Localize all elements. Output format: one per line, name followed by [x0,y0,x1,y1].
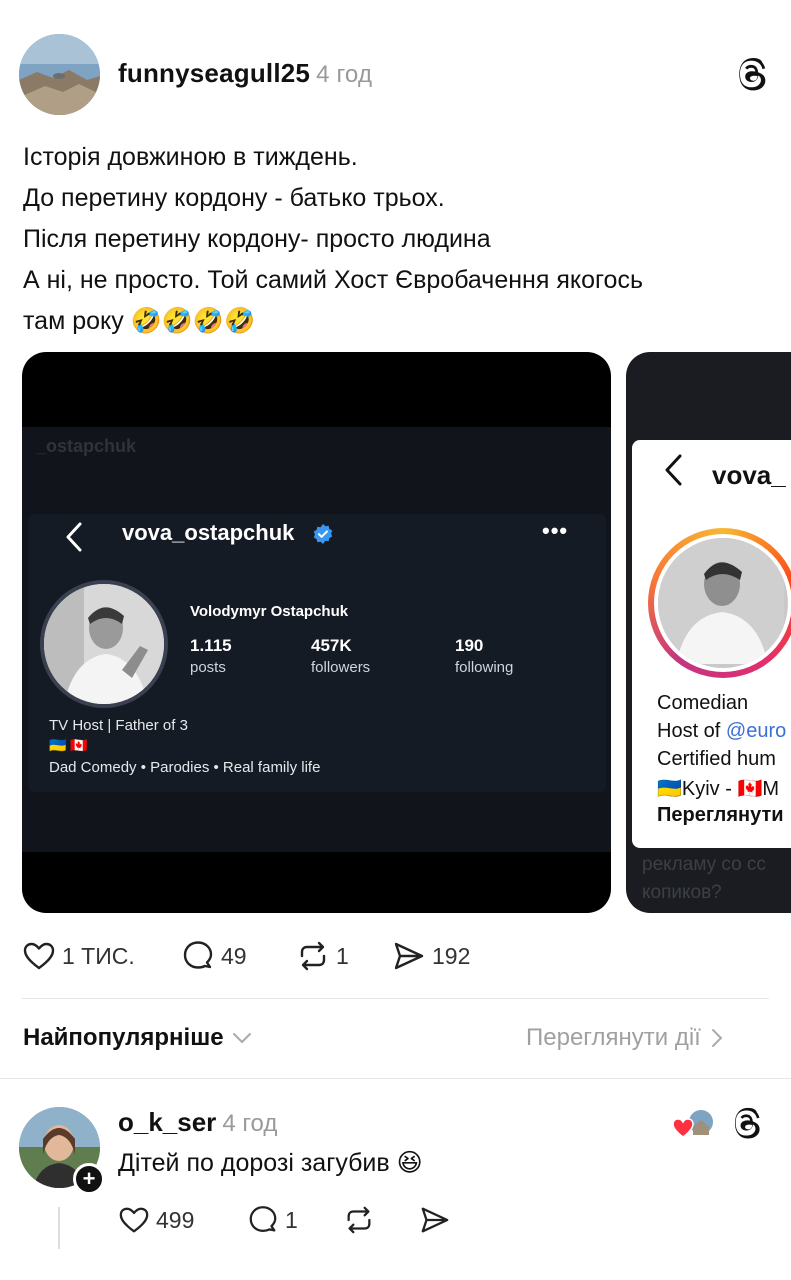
view-activity-label: Переглянути дії [526,1024,701,1051]
comment-reply-button[interactable]: 1 [247,1203,298,1237]
posts-label: posts [190,659,226,676]
post-timestamp: 4 год [316,61,373,88]
heart-icon [119,1207,149,1233]
comment-like-count: 499 [156,1206,195,1233]
bio-line: Certified hum [657,748,776,770]
threads-logo-icon[interactable] [730,1106,764,1140]
repost-icon [300,941,326,971]
comment-bubble-icon [183,941,213,969]
screenshot-ghost-text: копиков? [642,882,722,903]
comment-like-button[interactable]: 499 [118,1203,194,1237]
post-text-line: Історія довжиною в тиждень. [23,143,358,171]
username-text[interactable]: o_k_ser [118,1107,216,1137]
screenshot-ghost-text: рекламу со сс [642,854,766,875]
sort-dropdown[interactable]: Найпопулярніше [23,1024,252,1052]
profile-name: Volodymyr Ostapchuk [190,603,349,620]
story-ring [648,528,791,678]
followers-count: 457K [311,636,352,655]
comment-button[interactable]: 49 [181,938,247,974]
heart-icon [23,942,55,970]
post-text-line: там року 🤣🤣🤣🤣 [23,307,256,335]
bio-line: 🇺🇦Kyiv - 🇨🇦M [657,778,780,800]
like-button[interactable]: 1 тис. [22,938,135,974]
comment-share-button[interactable] [419,1203,451,1237]
post-text-line: Після перетину кордону- просто людина [23,225,491,253]
media-card-2[interactable]: vova_ Comedian Host of @euro Certified h… [626,352,791,913]
post-text-line: До перетину кордону - батько трьох. [23,184,445,212]
following-label: following [455,659,514,676]
username-text[interactable]: funnyseagull25 [118,58,310,88]
screenshot-ghost-handle: _ostapchuk [36,436,137,456]
follow-plus-button[interactable]: + [73,1163,105,1195]
bio-line: TV Host | Father of 3 [49,717,188,734]
followers-label: followers [311,659,371,676]
view-more-link: Переглянути [657,804,784,826]
post-author-avatar[interactable] [19,34,100,115]
view-activity-link[interactable]: Переглянути дії [526,1024,723,1052]
profile-handle: vova_ [712,460,786,490]
send-icon [421,1207,449,1233]
send-icon [394,942,424,970]
following-count: 190 [455,636,484,655]
comment-bubble-icon [249,1206,277,1232]
share-button[interactable]: 192 [392,938,470,974]
comment-timestamp: 4 год [222,1110,278,1137]
chevron-right-icon [711,1029,723,1047]
like-count: 1 тис. [62,942,135,969]
verified-badge-icon [313,524,333,544]
sort-label: Найпопулярніше [23,1024,224,1051]
threads-logo-icon[interactable] [734,56,770,92]
comment-reply-count: 1 [285,1206,298,1233]
share-count: 192 [432,942,471,969]
repost-button[interactable]: 1 [296,938,349,974]
post-text-line: А ні, не просто. Той самий Хост Євробаче… [23,266,643,294]
back-arrow-icon [663,452,685,497]
repost-count: 1 [336,942,349,969]
bio-flags: 🇺🇦 🇨🇦 [49,737,88,753]
comment-text: Дітей по дорозі загубив 😆 [118,1149,423,1177]
comment-repost-button[interactable] [343,1203,375,1237]
post-body: Історія довжиною в тиждень. До перетину … [23,137,763,342]
posts-count: 1.115 [190,636,232,655]
divider [22,998,769,999]
profile-handle: vova_ostapchuk [122,520,295,545]
bio-line: Comedian [657,692,749,714]
chevron-down-icon [232,1033,251,1044]
back-arrow-icon [64,520,84,562]
divider [0,1078,791,1079]
liked-by-author-icon [673,1108,715,1138]
more-options-icon: ••• [542,518,569,543]
repost-icon [347,1206,371,1234]
bio-line: Dad Comedy • Parodies • Real family life [49,759,321,776]
profile-photo [658,538,788,668]
bio-line: Host of @euro [657,720,787,742]
commenter-name[interactable]: o_k_ser 4 год [118,1107,277,1138]
media-card-1[interactable]: _ostapchuk vova_ostapchuk ••• Volodymyr … [22,352,611,913]
post-author-name[interactable]: funnyseagull25 4 год [118,58,372,89]
profile-photo [40,580,168,708]
thread-connector-line [58,1207,60,1249]
comment-count: 49 [221,942,247,969]
